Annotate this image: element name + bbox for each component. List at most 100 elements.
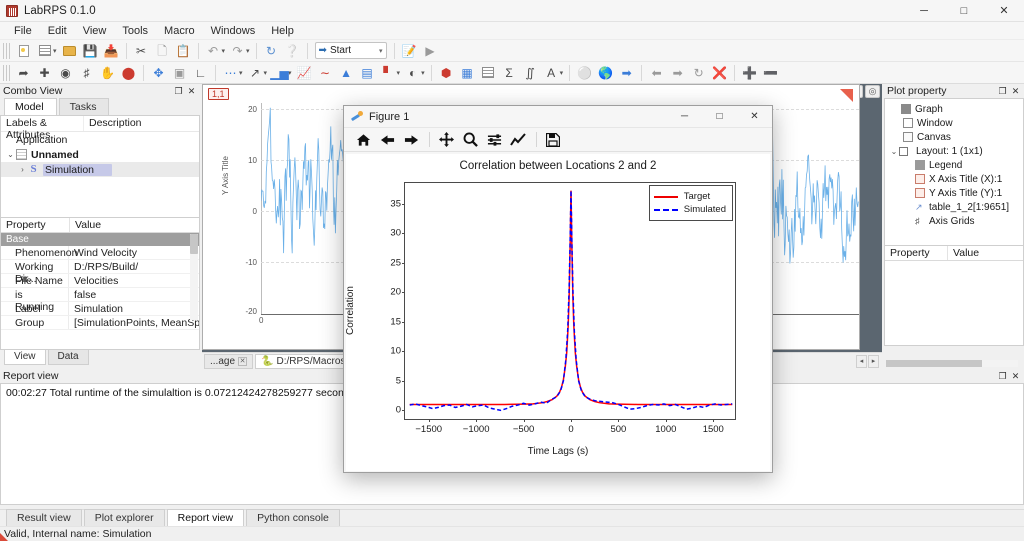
plot-tree-item-table-curve[interactable]: ↗ table_1_2[1:9651] xyxy=(885,200,1023,214)
mdi-tab-start-page[interactable]: ...age ✕ xyxy=(204,354,253,369)
integral-icon[interactable]: ∬ xyxy=(521,64,540,82)
sum-icon[interactable]: Σ xyxy=(500,64,519,82)
minimize-button[interactable]: ─ xyxy=(904,0,944,22)
home-icon[interactable] xyxy=(352,130,374,150)
select-region-icon[interactable]: ▣ xyxy=(170,64,189,82)
tab-model[interactable]: Model xyxy=(4,98,57,115)
curve-icon[interactable]: ∼ xyxy=(316,64,335,82)
tab-view[interactable]: View xyxy=(4,350,46,365)
property-scrollbar[interactable] xyxy=(190,234,198,320)
menu-edit[interactable]: Edit xyxy=(40,24,75,38)
chevron-down-icon[interactable]: ⌄ xyxy=(889,147,899,156)
edit-macro-icon[interactable]: 📝 xyxy=(400,42,419,60)
tab-scroll-left-icon[interactable]: ◂ xyxy=(856,355,867,368)
tab-result-view[interactable]: Result view xyxy=(6,509,82,526)
scrollbar-thumb[interactable] xyxy=(190,234,198,254)
save-figure-icon[interactable] xyxy=(542,130,564,150)
close-button[interactable]: ✕ xyxy=(984,0,1024,22)
axes-icon[interactable]: ∟ xyxy=(191,64,210,82)
line-chart-icon[interactable]: ↗ xyxy=(246,64,265,82)
close-tab-icon[interactable]: ◎ xyxy=(865,85,880,98)
plot-tree-item-graph[interactable]: Graph xyxy=(885,102,1023,116)
property-value[interactable]: D:/RPS/Build/ xyxy=(69,260,199,273)
float-icon[interactable]: ❐ xyxy=(173,86,184,97)
crosshair-icon[interactable]: ♯ xyxy=(77,64,96,82)
figure-canvas[interactable]: Correlation between Locations 2 and 2 Co… xyxy=(346,154,770,471)
tree-root-application[interactable]: Application xyxy=(1,132,199,147)
menu-windows[interactable]: Windows xyxy=(203,24,264,38)
toolbar-grip[interactable] xyxy=(3,65,10,81)
reload-icon[interactable]: ↻ xyxy=(689,64,708,82)
forward-arrow-icon[interactable] xyxy=(400,130,422,150)
property-value[interactable]: [SimulationPoints, MeanSpe... xyxy=(69,316,199,329)
menu-file[interactable]: File xyxy=(6,24,40,38)
edit-axis-curve-icon[interactable] xyxy=(507,130,529,150)
menu-macro[interactable]: Macro xyxy=(156,24,203,38)
save-icon[interactable]: 💾 xyxy=(81,42,100,60)
redo-icon[interactable]: ↷ xyxy=(228,42,247,60)
plot-tree-item-axis-grids[interactable]: ♯ Axis Grids xyxy=(885,214,1023,228)
close-icon[interactable]: ✕ xyxy=(1010,371,1021,382)
3d-cube-icon[interactable]: ▦ xyxy=(458,64,477,82)
tab-report-view[interactable]: Report view xyxy=(167,509,244,526)
close-icon[interactable]: ✕ xyxy=(186,86,197,97)
open-folder-icon[interactable] xyxy=(60,42,79,60)
next-icon[interactable]: ➡ xyxy=(617,64,636,82)
save-as-icon[interactable]: 📥 xyxy=(102,42,121,60)
property-row[interactable]: Label Simulation xyxy=(1,302,199,316)
plot-tree-item-legend[interactable]: Legend xyxy=(885,158,1023,172)
figure-minimize-button[interactable]: ─ xyxy=(667,106,702,128)
plot-tree-item-y-axis-title[interactable]: Y Axis Title (Y):1 xyxy=(885,186,1023,200)
paste-icon[interactable]: 📋 xyxy=(174,42,193,60)
fit-icon[interactable]: ⚪ xyxy=(575,64,594,82)
tab-scroll-right-icon[interactable]: ▸ xyxy=(868,355,879,368)
copy-icon[interactable]: 🗋 xyxy=(153,42,172,60)
chevron-down-icon[interactable]: ⌄ xyxy=(5,150,16,159)
new-document-icon[interactable] xyxy=(14,42,33,60)
property-row[interactable]: File Name Velocities xyxy=(1,274,199,288)
add-point-icon[interactable]: ✚ xyxy=(35,64,54,82)
float-icon[interactable]: ❐ xyxy=(997,371,1008,382)
zoom-rect-icon[interactable] xyxy=(459,130,481,150)
layout-checkbox[interactable] xyxy=(899,147,908,156)
property-value[interactable]: Wind Velocity xyxy=(69,246,199,259)
pan-hand-icon[interactable]: ✋ xyxy=(98,64,117,82)
menu-view[interactable]: View xyxy=(75,24,115,38)
cut-icon[interactable]: ✂ xyxy=(132,42,151,60)
plot-property-hscrollbar[interactable] xyxy=(886,360,1018,367)
property-value[interactable]: false xyxy=(69,288,199,301)
figure-close-button[interactable]: ✕ xyxy=(737,106,772,128)
text-icon[interactable]: A xyxy=(542,64,561,82)
fill-chart-icon[interactable]: ▲ xyxy=(337,64,356,82)
whats-this-icon[interactable]: ❔ xyxy=(283,42,302,60)
close-icon[interactable]: ✕ xyxy=(1010,86,1021,97)
move-icon[interactable]: ✥ xyxy=(149,64,168,82)
property-row[interactable]: Working Dir... D:/RPS/Build/ xyxy=(1,260,199,274)
back-arrow-icon[interactable] xyxy=(376,130,398,150)
tab-python-console[interactable]: Python console xyxy=(246,509,340,526)
table-icon[interactable] xyxy=(479,64,498,82)
property-row[interactable]: Phenomenon Wind Velocity xyxy=(1,246,199,260)
chevron-right-icon[interactable]: › xyxy=(17,165,28,174)
chart-axes[interactable]: Target Simulated 05101520253035 −1500−10… xyxy=(404,182,736,420)
property-row[interactable]: is Running false xyxy=(1,288,199,302)
configure-subplots-icon[interactable] xyxy=(483,130,505,150)
scrollbar-thumb[interactable] xyxy=(886,360,982,367)
pointer-icon[interactable]: ➦ xyxy=(14,64,33,82)
menu-tools[interactable]: Tools xyxy=(114,24,156,38)
close-icon[interactable]: ✕ xyxy=(238,357,247,366)
figure-maximize-button[interactable]: □ xyxy=(702,106,737,128)
stat-chart-icon[interactable]: ▘ xyxy=(379,64,398,82)
maximize-button[interactable]: □ xyxy=(944,0,984,22)
plot-tree-item-x-axis-title[interactable]: X Axis Title (X):1 xyxy=(885,172,1023,186)
color-icon[interactable]: ⬢ xyxy=(437,64,456,82)
plot-tree-item-layout[interactable]: ⌄ Layout: 1 (1x1) xyxy=(885,144,1023,158)
globe-icon[interactable]: 🌎 xyxy=(596,64,615,82)
workbench-selector[interactable]: ➡ Start ▾ xyxy=(315,42,387,59)
zoom-in-icon[interactable]: ➕ xyxy=(740,64,759,82)
pan-icon[interactable] xyxy=(435,130,457,150)
tab-plot-explorer[interactable]: Plot explorer xyxy=(84,509,165,526)
tree-item-unnamed[interactable]: ⌄ Unnamed xyxy=(1,147,199,162)
property-value[interactable]: Velocities xyxy=(69,274,199,287)
forward-arrow-icon[interactable]: ➡ xyxy=(668,64,687,82)
